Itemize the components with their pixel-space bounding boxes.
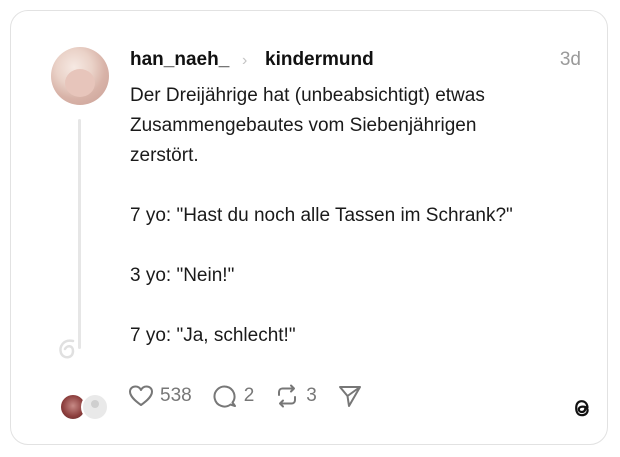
repost-icon <box>278 384 297 408</box>
send-icon <box>338 386 361 407</box>
author-avatar[interactable] <box>51 47 109 105</box>
threads-logo-icon[interactable] <box>569 395 595 421</box>
reply-avatar[interactable] <box>81 393 109 421</box>
post-timestamp: 3d <box>559 49 581 70</box>
repost-count: 3 <box>306 385 317 406</box>
chevron-right-icon: › <box>242 52 248 69</box>
comment-button[interactable]: 2 <box>212 384 255 408</box>
post-line: zerstört. <box>130 145 199 166</box>
like-count: 538 <box>160 385 192 406</box>
comment-icon <box>213 385 236 408</box>
comment-count: 2 <box>243 385 255 406</box>
like-button[interactable]: 538 <box>128 384 192 408</box>
action-bar: 538 2 3 <box>128 383 389 409</box>
post-line: Der Dreijährige hat (unbeabsichtigt) etw… <box>130 85 485 106</box>
post-line: 7 yo: "Hast du noch alle Tassen im Schra… <box>130 205 513 226</box>
post-line: 7 yo: "Ja, schlecht!" <box>130 325 296 346</box>
share-button[interactable] <box>337 384 369 408</box>
post-body: Der Dreijährige hat (unbeabsichtigt) etw… <box>130 81 600 351</box>
thread-loop-icon <box>59 339 75 359</box>
post-line: 3 yo: "Nein!" <box>130 265 235 286</box>
thread-line <box>78 119 81 349</box>
author-username[interactable]: han_naeh_ <box>130 49 229 71</box>
community-name[interactable]: kindermund <box>265 49 374 71</box>
post-line: Zusammengebautes vom Siebenjährigen <box>130 115 477 136</box>
repost-button[interactable]: 3 <box>274 384 317 408</box>
heart-icon <box>129 385 153 406</box>
post-card: han_naeh_ › kindermund 3d Der Dreijährig… <box>10 10 608 445</box>
